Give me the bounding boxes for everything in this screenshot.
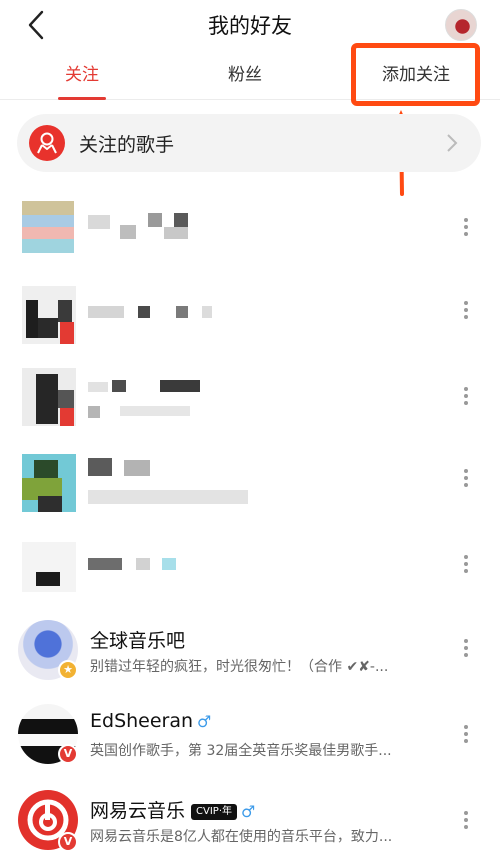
male-gender-icon: ♂ <box>197 712 212 731</box>
star-badge-icon: ★ <box>58 660 78 680</box>
avatar <box>18 286 76 344</box>
verified-badge-icon: V <box>58 744 78 764</box>
more-options-icon[interactable] <box>456 466 476 496</box>
more-options-icon[interactable] <box>456 808 476 838</box>
user-name: 网易云音乐 <box>90 800 186 822</box>
avatar <box>18 199 76 257</box>
avatar <box>18 454 76 512</box>
annotation-highlight-box <box>351 43 480 106</box>
list-item[interactable] <box>0 450 500 536</box>
user-name-row: EdSheeran ♂ <box>90 710 211 732</box>
user-avatar[interactable] <box>445 9 477 41</box>
tab-following[interactable]: 关注 <box>42 50 122 100</box>
list-item[interactable] <box>0 187 500 273</box>
user-description: 英国创作歌手，第 32届全英音乐奖最佳男歌手... <box>90 743 392 759</box>
page-title: 我的好友 <box>208 14 292 38</box>
avatar <box>18 368 76 426</box>
user-description: 别错过年轻的疯狂，时光很匆忙！（合作 ✔✘-... <box>90 659 389 675</box>
more-options-icon[interactable] <box>456 384 476 414</box>
more-options-icon[interactable] <box>456 298 476 328</box>
list-item[interactable] <box>0 278 500 364</box>
active-tab-indicator <box>58 97 106 100</box>
user-description: 网易云音乐是8亿人都在使用的音乐平台，致力... <box>90 829 393 845</box>
user-name: 全球音乐吧 <box>90 630 186 652</box>
list-item[interactable]: ★ 全球音乐吧 别错过年轻的疯狂，时光很匆忙！（合作 ✔✘-... <box>0 616 500 702</box>
list-item[interactable] <box>0 536 500 622</box>
list-item[interactable]: V EdSheeran ♂ 英国创作歌手，第 32届全英音乐奖最佳男歌手... <box>0 702 500 788</box>
more-options-icon[interactable] <box>456 636 476 666</box>
verified-badge-icon: V <box>58 832 78 852</box>
list-item[interactable] <box>0 364 500 450</box>
more-options-icon[interactable] <box>456 215 476 245</box>
avatar <box>18 542 76 600</box>
friends-page: 我的好友 关注 粉丝 添加关注 关注的歌手 ★ 全球音乐吧 别错过年轻的疯狂，时… <box>0 0 500 853</box>
male-gender-icon: ♂ <box>241 802 256 821</box>
user-name-row: 网易云音乐 CVIP·年 ♂ <box>90 796 255 823</box>
list-item[interactable]: V 网易云音乐 CVIP·年 ♂ 网易云音乐是8亿人都在使用的音乐平台，致力... <box>0 788 500 853</box>
tab-fans[interactable]: 粉丝 <box>205 50 285 100</box>
vip-badge: CVIP·年 <box>191 804 237 820</box>
more-options-icon[interactable] <box>456 722 476 752</box>
user-name: EdSheeran <box>90 710 194 732</box>
singer-icon <box>29 125 65 161</box>
followed-singers-row[interactable]: 关注的歌手 <box>17 114 481 172</box>
followed-singers-label: 关注的歌手 <box>79 134 175 156</box>
chevron-right-icon <box>447 134 458 152</box>
more-options-icon[interactable] <box>456 552 476 582</box>
